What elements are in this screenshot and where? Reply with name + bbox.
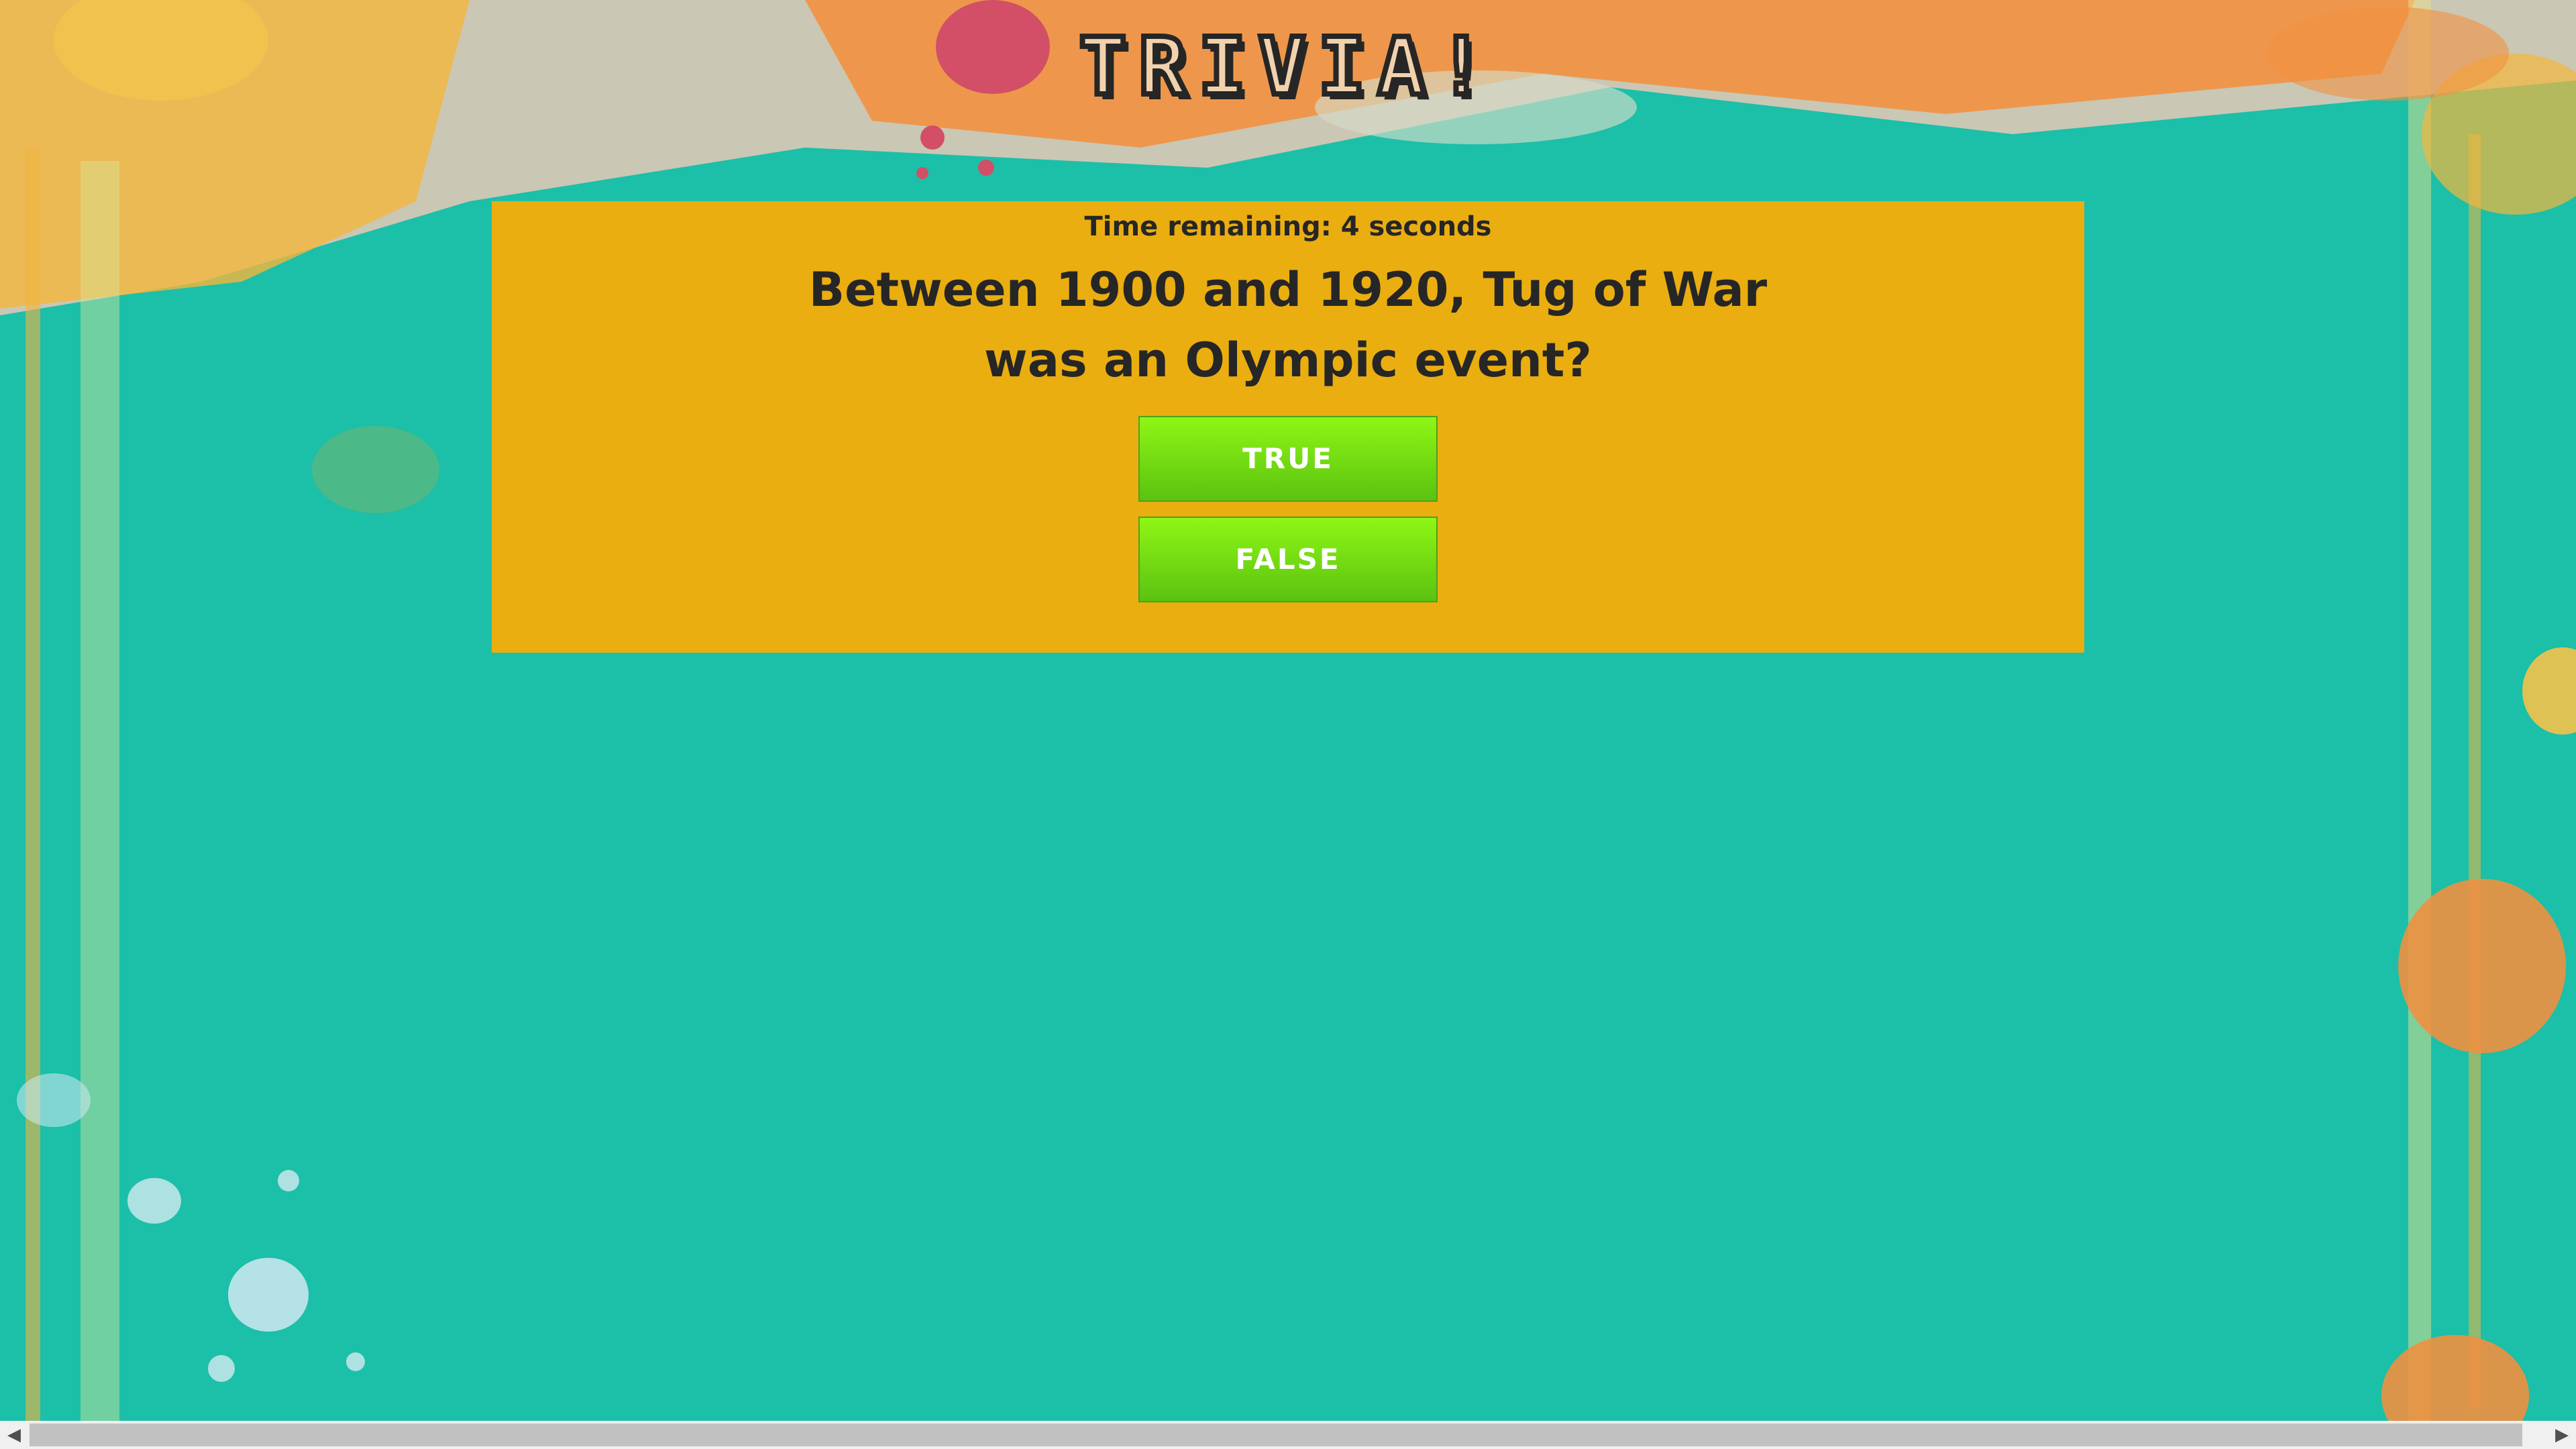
false-button[interactable]: FALSE — [1138, 517, 1438, 602]
chevron-right-icon[interactable]: ▶ — [2548, 1421, 2576, 1449]
chevron-left-icon[interactable]: ◀ — [0, 1421, 28, 1449]
trivia-screen: TRIVIA! Time remaining: 4 seconds Betwee… — [0, 0, 2576, 1449]
game-title: TRIVIA! — [1076, 17, 1497, 115]
question-card: Time remaining: 4 seconds Between 1900 a… — [492, 201, 2084, 653]
time-remaining: Time remaining: 4 seconds — [1084, 211, 1492, 242]
true-button[interactable]: TRUE — [1138, 416, 1438, 502]
title-area: TRIVIA! — [0, 17, 2576, 115]
horizontal-scrollbar[interactable]: ◀ ▶ — [0, 1421, 2576, 1449]
question-text: Between 1900 and 1920, Tug of War was an… — [808, 262, 1768, 388]
scrollbar-thumb[interactable] — [30, 1424, 2522, 1446]
